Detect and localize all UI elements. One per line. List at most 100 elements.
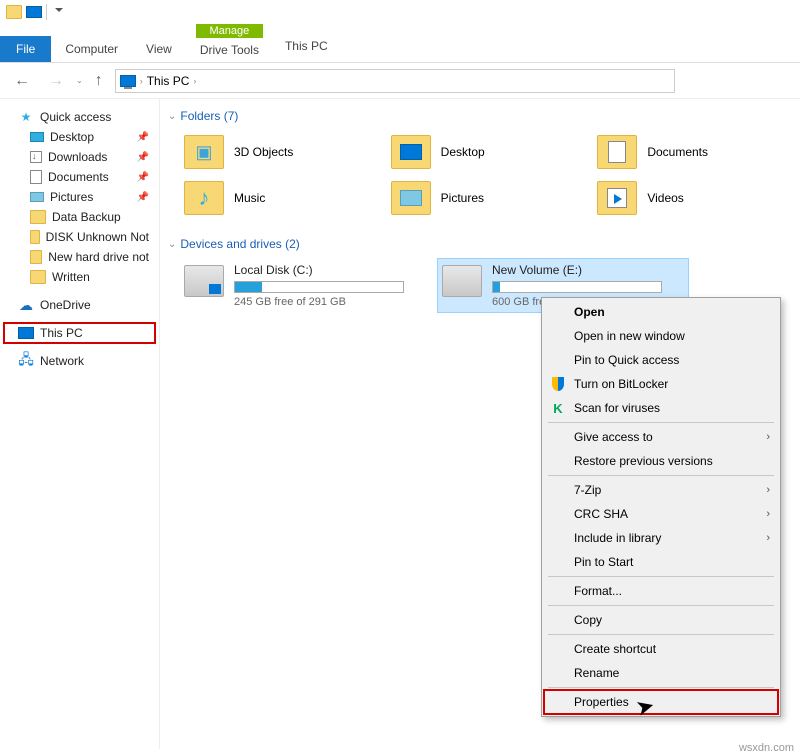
- back-button[interactable]: ←: [8, 68, 36, 94]
- folder-pictures[interactable]: Pictures: [387, 177, 586, 219]
- tree-network[interactable]: 🖧 Network: [4, 351, 155, 371]
- pictures-icon: [30, 192, 44, 202]
- folder-desktop[interactable]: Desktop: [387, 131, 586, 173]
- folder-icon: [597, 135, 637, 169]
- tree-desktop[interactable]: Desktop 📌: [4, 127, 155, 147]
- chevron-right-icon[interactable]: ›: [193, 76, 196, 86]
- context-menu: Open Open in new window Pin to Quick acc…: [541, 297, 781, 717]
- tree-written[interactable]: Written: [4, 267, 155, 287]
- tree-pictures[interactable]: Pictures 📌: [4, 187, 155, 207]
- ctx-restore-previous[interactable]: Restore previous versions: [544, 449, 778, 473]
- view-tab[interactable]: View: [132, 36, 186, 62]
- quick-access-node[interactable]: ★ Quick access: [4, 107, 155, 127]
- separator: [548, 475, 774, 476]
- chevron-down-icon: ⌄: [168, 111, 176, 122]
- tree-this-pc[interactable]: This PC: [4, 323, 155, 343]
- drive-icon: [442, 265, 482, 297]
- watermark: wsxdn.com: [739, 742, 794, 754]
- separator: [46, 4, 47, 20]
- folder-icon: [30, 250, 42, 264]
- ctx-7zip[interactable]: 7-Zip›: [544, 478, 778, 502]
- tree-label: Downloads: [48, 150, 107, 164]
- app-icon: [6, 4, 22, 20]
- breadcrumb-bar[interactable]: › This PC ›: [115, 69, 675, 93]
- folders-group-header[interactable]: ⌄ Folders (7): [168, 105, 792, 127]
- folder-icon: [30, 210, 46, 224]
- folder-icon: [391, 181, 431, 215]
- group-label: Folders (7): [180, 109, 238, 123]
- separator: [548, 605, 774, 606]
- folder-icon: ▣: [184, 135, 224, 169]
- separator: [548, 634, 774, 635]
- ctx-open-new-window[interactable]: Open in new window: [544, 324, 778, 348]
- ctx-pin-start[interactable]: Pin to Start: [544, 550, 778, 574]
- drive-label: New Volume (E:): [492, 263, 684, 277]
- history-dropdown-icon[interactable]: ⌄: [76, 76, 83, 85]
- chevron-down-icon: ⌄: [168, 239, 176, 250]
- group-label: Devices and drives (2): [180, 237, 299, 251]
- drive-capacity-bar: [492, 281, 662, 293]
- kaspersky-icon: K: [550, 400, 566, 416]
- folder-icon: [391, 135, 431, 169]
- file-tab[interactable]: File: [0, 36, 51, 62]
- ctx-copy[interactable]: Copy: [544, 608, 778, 632]
- cloud-icon: ☁: [18, 298, 34, 312]
- tree-new-hard-drive[interactable]: New hard drive not: [4, 247, 155, 267]
- drive-local-disk-c[interactable]: Local Disk (C:) 245 GB free of 291 GB: [180, 259, 430, 312]
- ctx-pin-quick-access[interactable]: Pin to Quick access: [544, 348, 778, 372]
- this-pc-icon: [120, 75, 136, 87]
- qat-dropdown-icon[interactable]: [51, 4, 67, 20]
- star-icon: ★: [18, 110, 34, 124]
- folder-label: Documents: [647, 145, 708, 159]
- forward-button: →: [42, 68, 70, 94]
- separator: [548, 576, 774, 577]
- ctx-format[interactable]: Format...: [544, 579, 778, 603]
- drive-free-text: 245 GB free of 291 GB: [234, 296, 426, 308]
- tree-label: New hard drive not: [48, 250, 149, 264]
- pin-icon: 📌: [137, 172, 149, 183]
- ctx-include-library[interactable]: Include in library›: [544, 526, 778, 550]
- tree-label: Network: [40, 354, 84, 368]
- pin-icon: 📌: [137, 132, 149, 143]
- quick-access-toolbar: [0, 0, 800, 24]
- up-button[interactable]: ↑: [89, 68, 109, 94]
- downloads-icon: [30, 151, 42, 163]
- ctx-give-access[interactable]: Give access to›: [544, 425, 778, 449]
- ctx-crc-sha[interactable]: CRC SHA›: [544, 502, 778, 526]
- folder-icon: [30, 230, 40, 244]
- folder-label: 3D Objects: [234, 145, 293, 159]
- breadcrumb-item[interactable]: This PC: [147, 74, 190, 88]
- ctx-properties[interactable]: Properties: [544, 690, 778, 714]
- computer-tab[interactable]: Computer: [51, 36, 132, 62]
- drive-tools-tab[interactable]: Drive Tools: [190, 38, 269, 62]
- tree-label: This PC: [40, 326, 83, 340]
- ctx-open[interactable]: Open: [544, 300, 778, 324]
- folder-label: Videos: [647, 191, 683, 205]
- tree-disk-unknown[interactable]: DISK Unknown Not: [4, 227, 155, 247]
- tree-documents[interactable]: Documents 📌: [4, 167, 155, 187]
- pin-icon: 📌: [137, 152, 149, 163]
- window-title: This PC: [269, 39, 344, 53]
- folder-documents[interactable]: Documents: [593, 131, 792, 173]
- ctx-bitlocker[interactable]: Turn on BitLocker: [544, 372, 778, 396]
- drives-group-header[interactable]: ⌄ Devices and drives (2): [168, 233, 792, 255]
- chevron-right-icon[interactable]: ›: [140, 76, 143, 86]
- separator: [548, 687, 774, 688]
- pin-icon[interactable]: [26, 4, 42, 20]
- context-group-label: Manage: [196, 24, 264, 38]
- tree-data-backup[interactable]: Data Backup: [4, 207, 155, 227]
- ctx-create-shortcut[interactable]: Create shortcut: [544, 637, 778, 661]
- tree-label: Documents: [48, 170, 109, 184]
- folder-music[interactable]: ♪ Music: [180, 177, 379, 219]
- folder-videos[interactable]: Videos: [593, 177, 792, 219]
- tree-label: Quick access: [40, 110, 111, 124]
- folder-3d-objects[interactable]: ▣ 3D Objects: [180, 131, 379, 173]
- ctx-rename[interactable]: Rename: [544, 661, 778, 685]
- tree-onedrive[interactable]: ☁ OneDrive: [4, 295, 155, 315]
- chevron-right-icon: ›: [766, 484, 770, 496]
- tree-label: Written: [52, 270, 90, 284]
- ctx-scan-viruses[interactable]: K Scan for viruses: [544, 396, 778, 420]
- tree-downloads[interactable]: Downloads 📌: [4, 147, 155, 167]
- shield-icon: [550, 376, 566, 392]
- pin-icon: 📌: [137, 192, 149, 203]
